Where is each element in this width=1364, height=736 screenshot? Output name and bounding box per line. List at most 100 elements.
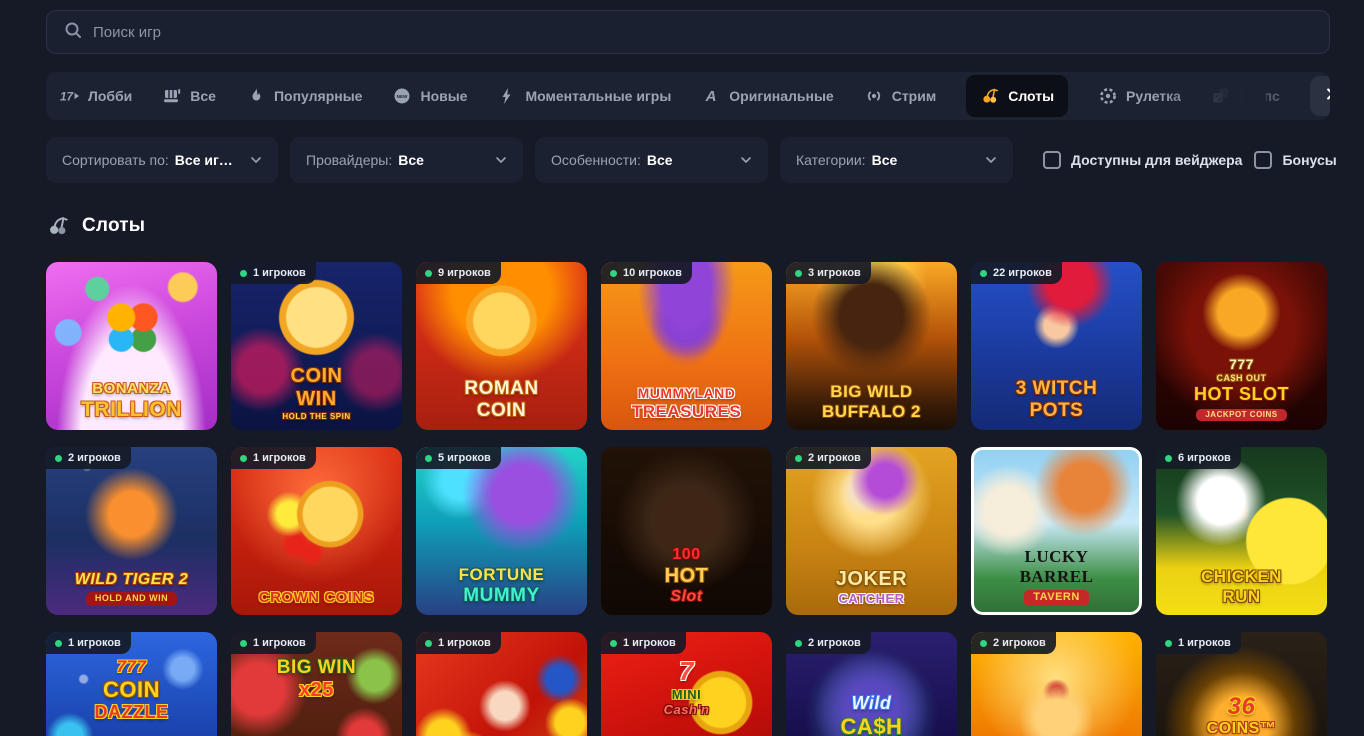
tab-label: Рулетка xyxy=(1126,88,1181,104)
game-title: BIG WILDBUFFALO 2 xyxy=(786,383,957,421)
player-count-text: 1 игроков xyxy=(68,637,121,649)
game-tile-golden-piggy[interactable]: 2 игроков xyxy=(971,632,1142,736)
svg-text:NEW: NEW xyxy=(397,94,408,99)
checkbox-wager-available[interactable]: Доступны для вейджера xyxy=(1043,151,1242,169)
checkbox-bonuses[interactable]: Бонусы xyxy=(1254,151,1336,169)
player-count-text: 9 игроков xyxy=(438,267,491,279)
game-title-line: HOT xyxy=(665,566,709,587)
player-count-text: 1 игроков xyxy=(253,452,306,464)
game-title-line: Cash'n xyxy=(664,703,710,717)
game-title: Wild CA$H xyxy=(786,694,957,736)
game-tile-100-hot-slot[interactable]: 100HOTSlot xyxy=(601,447,772,615)
chevron-down-icon xyxy=(738,152,754,168)
game-title: WILD TIGER 2HOLD AND WIN xyxy=(46,572,217,606)
all-games-icon xyxy=(162,86,182,106)
tab-label: Моментальные игры xyxy=(525,88,671,104)
player-count-badge: 10 игроков xyxy=(601,262,692,284)
game-title: 36COINS™ xyxy=(1156,694,1327,736)
game-tile-big-win-x25[interactable]: 1 игроковBIG WINx25 xyxy=(231,632,402,736)
player-count-text: 3 игроков xyxy=(808,267,861,279)
game-tile-roman-coin[interactable]: 9 игроковROMANCOIN xyxy=(416,262,587,430)
filters-row: Сортировать по:Все иг… Провайдеры:Все Особ… xyxy=(46,137,1330,183)
game-tile-joker-bells[interactable]: 1 игроков xyxy=(416,632,587,736)
tab-all[interactable]: Все xyxy=(162,86,216,106)
online-dot xyxy=(1165,455,1172,462)
game-tile-joker-catcher[interactable]: 2 игроковJOKERCATCHER xyxy=(786,447,957,615)
game-title-line: 777 xyxy=(117,658,147,676)
player-count-badge: 5 игроков xyxy=(416,447,501,469)
game-title-line: BONANZA xyxy=(92,381,171,397)
game-title-line: 3 WITCH xyxy=(1016,379,1098,399)
game-tile-mummyland-treasures[interactable]: 10 игроковMUMMYLANDTREASURES xyxy=(601,262,772,430)
tab-roulette[interactable]: Рулетка xyxy=(1098,86,1181,106)
section-title: Слоты xyxy=(82,215,145,237)
game-title-line: ROMAN xyxy=(464,379,538,399)
game-title-line: BARREL xyxy=(1020,568,1094,586)
filter-value: Все xyxy=(647,152,673,168)
tab-label: Все xyxy=(190,88,216,104)
tab-originals[interactable]: AОригинальные xyxy=(701,86,833,106)
filter-sort-dropdown[interactable]: Сортировать по:Все иг… xyxy=(46,137,278,183)
player-count-badge: 1 игроков xyxy=(416,632,501,654)
tab-popular[interactable]: Популярные xyxy=(246,86,362,106)
games-lobby-page: 17Лобби Все Популярные NEWНовые Моментальные… xyxy=(0,0,1364,736)
game-tile-36-coins[interactable]: 1 игроков36COINS™ xyxy=(1156,632,1327,736)
tab-instant[interactable]: Моментальные игры xyxy=(497,86,671,106)
filter-categories-dropdown[interactable]: Категории:Все xyxy=(780,137,1013,183)
game-title-line: MINI xyxy=(672,688,701,702)
game-title: 777CA$H OUTHOT SLOTJACKPOT COINS xyxy=(1156,357,1327,421)
filter-features-dropdown[interactable]: Особенности:Все xyxy=(535,137,768,183)
scroll-tabs-right-button[interactable] xyxy=(1310,76,1330,116)
online-dot xyxy=(610,640,617,647)
game-title-line: Wild xyxy=(852,694,892,713)
dice-icon xyxy=(1211,86,1231,106)
game-tile-777-coin-dazzle[interactable]: 1 игроков 777COINDAZZLE xyxy=(46,632,217,736)
game-title-line: JOKER xyxy=(836,569,907,590)
game-title: LUCKYBARRELTAVERN xyxy=(971,548,1142,606)
game-title-line: CATCHER xyxy=(838,592,904,606)
game-title-line: HOT SLOT xyxy=(1194,385,1289,404)
search-icon xyxy=(63,20,83,45)
game-tile-big-wild-buffalo-2[interactable]: 3 игроков BIG WILDBUFFALO 2 xyxy=(786,262,957,430)
game-tile-3-witch-pots[interactable]: 22 игроков3 WITCHPOTS xyxy=(971,262,1142,430)
game-title-line: CHICKEN xyxy=(1201,568,1282,586)
tab-label: Крэпс xyxy=(1239,88,1280,104)
checkbox-box[interactable] xyxy=(1043,151,1061,169)
checkbox-box[interactable] xyxy=(1254,151,1272,169)
game-title: CROWN COINS xyxy=(231,590,402,606)
game-title-line: RUN xyxy=(1222,588,1260,606)
player-count-badge: 9 игроков xyxy=(416,262,501,284)
game-tile-bonanza-trillion[interactable]: BONANZATRILLION xyxy=(46,262,217,430)
game-title: 777COINDAZZLE xyxy=(46,658,217,722)
tab-new[interactable]: NEWНовые xyxy=(392,86,467,106)
player-count-badge: 1 игроков xyxy=(231,632,316,654)
game-tile-crown-coins[interactable]: 1 игроков CROWN COINS xyxy=(231,447,402,615)
svg-text:17: 17 xyxy=(60,90,75,104)
filter-providers-dropdown[interactable]: Провайдеры:Все xyxy=(290,137,523,183)
game-tile-777-cash-out-hot-slot[interactable]: 777CA$H OUTHOT SLOTJACKPOT COINS xyxy=(1156,262,1327,430)
player-count-badge: 6 игроков xyxy=(1156,447,1241,469)
online-dot xyxy=(795,270,802,277)
filter-value: Все иг… xyxy=(175,152,233,168)
game-tile-chicken-run[interactable]: 6 игроков CHICKEN RUN xyxy=(1156,447,1327,615)
player-count-badge: 1 игроков xyxy=(601,632,686,654)
game-title: 7MINICash'n xyxy=(601,658,772,717)
tab-stream[interactable]: Стрим xyxy=(864,86,936,106)
player-count-text: 1 игроков xyxy=(253,637,306,649)
game-title-line: CA$H xyxy=(841,715,903,736)
search-input[interactable] xyxy=(93,24,1313,41)
tab-lobby[interactable]: 17Лобби xyxy=(60,86,132,106)
tab-slots[interactable]: Слоты xyxy=(966,75,1068,117)
player-count-badge: 1 игроков xyxy=(231,262,316,284)
game-tile-7-mini-cashn[interactable]: 1 игроков 7MINICash'n xyxy=(601,632,772,736)
game-tile-wild-cash[interactable]: 2 игроковWildCA$H xyxy=(786,632,957,736)
game-tile-coin-win[interactable]: 1 игроковCOINWINHOLD THE SPIN xyxy=(231,262,402,430)
game-tile-fortune-mummy[interactable]: 5 игроковFORTUNEMUMMY xyxy=(416,447,587,615)
tab-craps[interactable]: Крэпс xyxy=(1211,86,1280,106)
game-tile-wild-tiger-2[interactable]: 2 игроковWILD TIGER 2HOLD AND WIN xyxy=(46,447,217,615)
category-tabs: 17Лобби Все Популярные NEWНовые Моментальные… xyxy=(46,72,1330,120)
game-tile-lucky-barrel-tavern[interactable]: LUCKYBARRELTAVERN xyxy=(971,447,1142,615)
filter-value: Все xyxy=(872,152,898,168)
game-title-line: WIN xyxy=(296,389,336,410)
online-dot xyxy=(795,455,802,462)
